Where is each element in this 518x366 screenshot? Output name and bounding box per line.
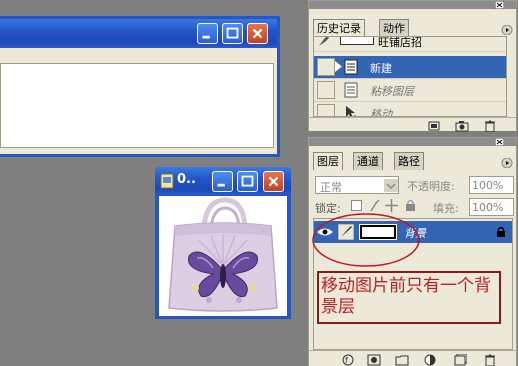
palette-menu-arrow-icon[interactable]	[501, 158, 513, 168]
document-icon	[344, 82, 358, 98]
move-tool-icon	[346, 106, 356, 116]
svg-text:f: f	[345, 356, 348, 365]
highlight-ellipse	[312, 213, 420, 267]
tab-layers[interactable]: 图层	[313, 152, 343, 170]
layers-palette-titlebar[interactable]	[309, 138, 516, 146]
annotation-box: 移动图片前只有一个背景层	[317, 271, 501, 324]
maximize-icon	[241, 175, 254, 187]
trash-icon[interactable]	[483, 120, 497, 132]
image-window-title: 0..	[177, 172, 196, 187]
close-icon	[252, 28, 263, 39]
history-footer	[309, 117, 516, 132]
tab-channels[interactable]: 通道	[353, 152, 383, 170]
fill-value: 100%	[472, 201, 504, 214]
close-button[interactable]	[247, 23, 268, 44]
history-list[interactable]: 旺铺店招 新建 粘移图层 移动	[313, 36, 507, 117]
layers-footer: f	[309, 350, 516, 366]
history-brush-icon	[319, 37, 329, 46]
maximize-button[interactable]	[222, 23, 243, 44]
tab-paths[interactable]: 路径	[394, 152, 424, 170]
image-maximize-button[interactable]	[237, 171, 258, 192]
minimize-icon	[217, 183, 225, 187]
new-document-from-state-icon[interactable]	[427, 120, 441, 132]
adjustment-layer-icon[interactable]	[423, 354, 437, 366]
fill-label: 填充:	[433, 202, 459, 215]
document-icon	[344, 59, 358, 75]
annotation-text: 移动图片前只有一个背景层	[321, 276, 491, 317]
new-layer-icon[interactable]	[453, 354, 467, 366]
history-source-checkbox[interactable]	[317, 81, 335, 99]
minimize-icon	[202, 35, 210, 39]
close-icon	[268, 176, 279, 187]
trash-icon[interactable]	[483, 354, 497, 366]
handbag-image	[168, 197, 278, 312]
history-item-label: 粘移图层	[370, 85, 414, 98]
history-item-label: 移动	[370, 108, 392, 117]
opacity-input[interactable]: 100%	[469, 176, 514, 194]
layer-style-icon[interactable]: f	[341, 354, 355, 366]
layer-mask-icon[interactable]	[367, 354, 381, 366]
maximize-icon	[226, 27, 239, 39]
history-snapshot[interactable]: 旺铺店招	[314, 36, 506, 52]
history-source-checkbox[interactable]	[317, 104, 335, 116]
snapshot-thumbnail	[340, 37, 374, 45]
document-window	[0, 16, 280, 157]
history-palette: 历史记录 动作 旺铺店招 新建 粘移图层 移动	[308, 0, 517, 132]
fill-input[interactable]: 100%	[469, 198, 514, 216]
document-canvas[interactable]	[0, 63, 274, 148]
photoshop-document-icon	[160, 173, 174, 189]
minimize-button[interactable]	[197, 23, 218, 44]
chevron-down-icon	[384, 179, 398, 192]
opacity-label: 不透明度:	[407, 180, 455, 193]
close-icon[interactable]	[495, 1, 504, 9]
folder-icon[interactable]	[395, 354, 409, 366]
snapshot-label: 旺铺店招	[378, 36, 422, 49]
palette-menu-arrow-icon[interactable]	[501, 25, 513, 35]
tab-actions[interactable]: 动作	[379, 19, 409, 37]
opacity-value: 100%	[472, 179, 504, 192]
image-close-button[interactable]	[263, 171, 284, 192]
history-palette-titlebar[interactable]	[309, 1, 516, 9]
blend-mode-value: 正常	[320, 181, 342, 194]
tab-history[interactable]: 历史记录	[313, 19, 365, 37]
history-state-arrow-icon	[335, 61, 342, 72]
close-icon[interactable]	[495, 138, 504, 146]
camera-icon[interactable]	[455, 120, 469, 132]
blend-mode-select[interactable]: 正常	[315, 176, 399, 194]
history-item-move[interactable]: 移动	[314, 102, 506, 117]
image-window: 0..	[155, 167, 291, 319]
lock-icon	[497, 226, 505, 237]
image-minimize-button[interactable]	[212, 171, 233, 192]
history-item-new[interactable]: 新建	[314, 56, 506, 79]
image-canvas[interactable]	[159, 196, 287, 316]
history-source-checkbox[interactable]	[317, 58, 335, 76]
history-item-paste-layer[interactable]: 粘移图层	[314, 79, 506, 102]
history-item-label: 新建	[370, 62, 392, 75]
